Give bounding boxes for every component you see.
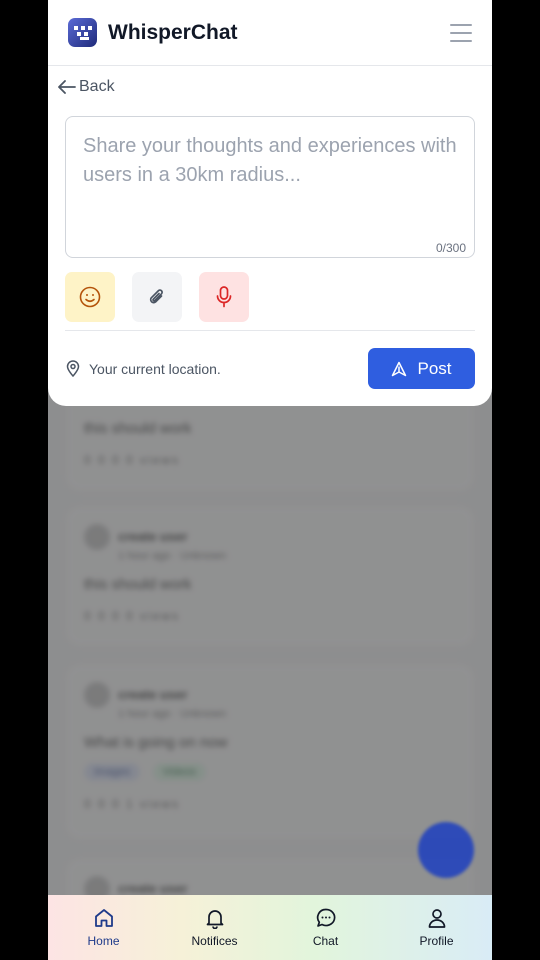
hamburger-menu-icon[interactable]: [450, 23, 472, 42]
bottom-navigation: Home Notifices Chat Profile: [48, 895, 492, 960]
location-text: Your current location.: [89, 360, 221, 377]
character-counter: 0/300: [435, 241, 466, 255]
composer-tools: [65, 272, 249, 322]
user-icon: [428, 909, 445, 928]
microphone-icon: [216, 286, 232, 308]
nav-label: Notifices: [191, 934, 238, 948]
floating-action-button: [418, 822, 474, 878]
nav-item-chat[interactable]: Chat: [270, 895, 381, 960]
nav-label: Profile: [419, 934, 454, 948]
post-label: Post: [417, 358, 452, 378]
nav-item-profile[interactable]: Profile: [381, 895, 492, 960]
arrow-left-icon: [58, 80, 76, 94]
send-icon: [392, 361, 407, 376]
app-title: WhisperChat: [108, 20, 238, 44]
paperclip-icon: [149, 289, 163, 304]
bell-icon: [206, 910, 223, 929]
nav-item-notifications[interactable]: Notifices: [159, 895, 270, 960]
location-indicator: Your current location.: [66, 360, 221, 377]
nav-item-home[interactable]: Home: [48, 895, 159, 960]
post-composer: Back Share your thoughts and experiences…: [48, 66, 492, 406]
back-button[interactable]: Back: [58, 78, 115, 96]
app-header: WhisperChat: [48, 0, 492, 66]
nav-label: Home: [87, 934, 120, 948]
nav-label: Chat: [312, 934, 339, 948]
map-pin-icon: [66, 360, 80, 377]
logo-icon: [68, 18, 97, 47]
post-button[interactable]: Post: [368, 348, 475, 389]
smiley-icon: [79, 286, 101, 308]
emoji-button[interactable]: [65, 272, 115, 322]
home-icon: [94, 909, 113, 927]
divider: [65, 330, 475, 331]
attach-button[interactable]: [132, 272, 182, 322]
chat-bubble-icon: [316, 908, 335, 927]
back-label: Back: [79, 78, 115, 95]
post-textarea[interactable]: Share your thoughts and experiences with…: [65, 116, 475, 258]
post-placeholder: Share your thoughts and experiences with…: [83, 135, 457, 186]
app-screen: this should work 0 0 0 0 views create us…: [48, 0, 492, 960]
microphone-button[interactable]: [199, 272, 249, 322]
